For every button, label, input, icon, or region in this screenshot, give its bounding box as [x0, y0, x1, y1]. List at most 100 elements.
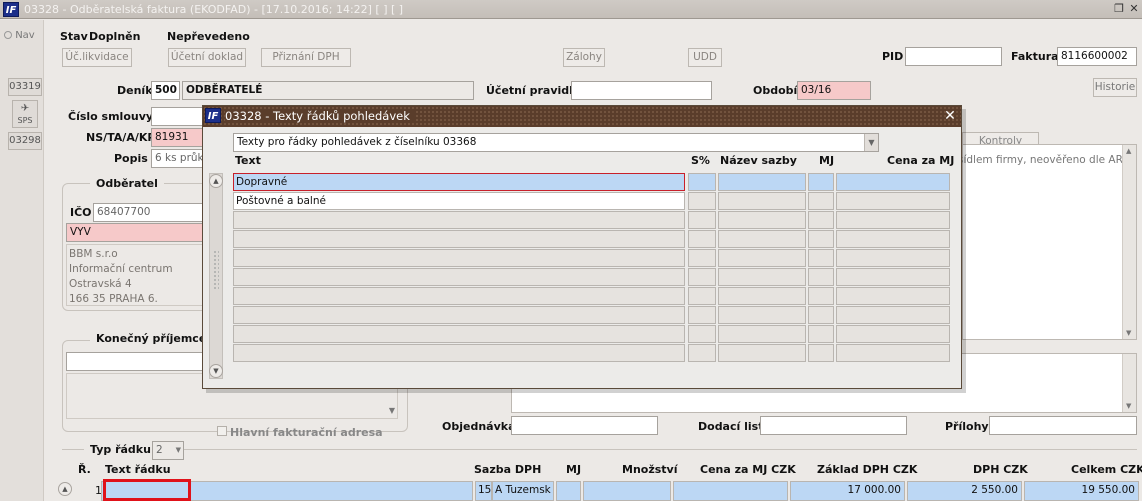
side-button-03319[interactable]: 03319 — [8, 78, 42, 96]
pid-field[interactable] — [905, 47, 1002, 66]
dialog-cell[interactable] — [688, 173, 716, 191]
line-sazba-code[interactable]: 15 — [475, 481, 492, 501]
dialog-cell[interactable] — [718, 211, 806, 229]
note-scrollbar[interactable]: ▲ ▼ — [1122, 145, 1136, 339]
line-celkem[interactable]: 19 550.00 — [1024, 481, 1139, 501]
faktura-field[interactable]: 8116600002 — [1057, 47, 1137, 66]
obdobi-field[interactable]: 03/16 — [797, 81, 871, 100]
zalohy-button[interactable]: Zálohy — [563, 48, 605, 67]
dodaci-list-field[interactable] — [760, 416, 907, 435]
dialog-cell[interactable] — [836, 230, 950, 248]
dialog-cell[interactable] — [836, 173, 950, 191]
dialog-cell[interactable] — [836, 249, 950, 267]
dialog-cell[interactable] — [718, 192, 806, 210]
dialog-cell[interactable] — [836, 192, 950, 210]
scroll-grip[interactable] — [213, 250, 219, 290]
dialog-cell[interactable] — [808, 230, 834, 248]
prilohy-field[interactable] — [989, 416, 1137, 435]
objednavka-field[interactable] — [511, 416, 658, 435]
dialog-cell[interactable] — [688, 306, 716, 324]
scroll-down-icon[interactable]: ▼ — [209, 364, 223, 378]
line-mj[interactable] — [556, 481, 581, 501]
dialog-cell[interactable] — [688, 344, 716, 362]
dialog-cell[interactable] — [688, 230, 716, 248]
texty-combo[interactable]: Texty pro řádky pohledávek z číselníku 0… — [233, 133, 879, 152]
udd-button[interactable]: UDD — [688, 48, 722, 67]
ns-field[interactable]: 81931 — [151, 128, 203, 147]
dialog-cell[interactable] — [718, 344, 806, 362]
line-dph[interactable]: 2 550.00 — [907, 481, 1022, 501]
restore-icon[interactable]: ❐ — [1112, 2, 1126, 16]
dialog-cell[interactable] — [688, 249, 716, 267]
dialog-cell[interactable] — [836, 344, 950, 362]
sps-button[interactable]: ✈ SPS — [12, 100, 38, 128]
line-sazba-name[interactable]: A Tuzemsk — [492, 481, 554, 501]
typ-radku-field[interactable]: 2 ▼ — [152, 441, 184, 460]
dialog-cell[interactable] — [688, 287, 716, 305]
dialog-cell[interactable] — [718, 306, 806, 324]
ucetni-doklad-button[interactable]: Účetní doklad — [168, 48, 246, 67]
right-lower-scrollbar[interactable]: ▼ — [1122, 354, 1136, 412]
dialog-close-icon[interactable]: ✕ — [943, 108, 957, 124]
dialog-cell[interactable] — [718, 287, 806, 305]
cislo-smlouvy-field[interactable] — [151, 107, 203, 126]
dialog-cell[interactable] — [808, 287, 834, 305]
dialog-cell-text[interactable] — [233, 211, 685, 229]
odberatel-code-field[interactable]: VYV — [66, 223, 206, 242]
chevron-down-icon[interactable]: ▼ — [864, 134, 878, 151]
popis-field[interactable]: 6 ks průka — [151, 149, 203, 168]
line-mnozstvi[interactable] — [583, 481, 671, 501]
line-cena[interactable] — [673, 481, 788, 501]
scroll-down-icon[interactable]: ▼ — [1126, 329, 1131, 337]
hlavni-adresa-checkbox[interactable] — [217, 426, 227, 436]
dialog-cell-text[interactable] — [233, 325, 685, 343]
dialog-cell-text[interactable] — [233, 249, 685, 267]
ico-field[interactable]: 68407700 — [93, 203, 203, 222]
note-area[interactable]: sídlem firmy, neověřeno dle ARES ▲ ▼ — [958, 144, 1137, 340]
dialog-cell[interactable] — [688, 192, 716, 210]
dialog-cell[interactable] — [718, 249, 806, 267]
dialog-cell[interactable] — [718, 268, 806, 286]
dialog-cell-text[interactable] — [233, 287, 685, 305]
dialog-cell[interactable] — [808, 249, 834, 267]
scroll-up-icon[interactable]: ▲ — [209, 174, 223, 188]
dialog-cell[interactable] — [836, 211, 950, 229]
dialog-cell[interactable] — [836, 268, 950, 286]
scroll-down-icon[interactable]: ▼ — [1126, 402, 1131, 410]
dialog-cell[interactable] — [688, 211, 716, 229]
scroll-up-icon[interactable]: ▲ — [1126, 147, 1131, 155]
dialog-cell-text[interactable] — [233, 344, 685, 362]
dialog-cell-text[interactable] — [233, 268, 685, 286]
dialog-cell-text[interactable]: Poštovné a balné — [233, 192, 685, 210]
dialog-cell-text[interactable] — [233, 306, 685, 324]
ucetni-pravidlo-field[interactable] — [571, 81, 712, 100]
dialog-cell[interactable] — [808, 325, 834, 343]
dialog-cell[interactable] — [808, 344, 834, 362]
scroll-up-icon[interactable]: ▲ — [58, 482, 72, 496]
dialog-cell[interactable] — [718, 230, 806, 248]
dialog-cell[interactable] — [688, 325, 716, 343]
side-button-03298[interactable]: 03298 — [8, 132, 42, 150]
dialog-cell[interactable] — [836, 325, 950, 343]
dialog-cell[interactable] — [808, 211, 834, 229]
dialog-cell[interactable] — [836, 306, 950, 324]
dialog-scrollbar[interactable]: ▲ ▼ — [209, 173, 223, 379]
close-icon[interactable]: ✕ — [1127, 2, 1141, 16]
dialog-cell[interactable] — [808, 268, 834, 286]
priznani-dph-button[interactable]: Přiznání DPH — [261, 48, 351, 67]
dialog-cell[interactable] — [808, 173, 834, 191]
line-zaklad[interactable]: 17 000.00 — [790, 481, 905, 501]
historie-button[interactable]: Historie — [1093, 78, 1137, 97]
dialog-cell-text[interactable] — [233, 230, 685, 248]
prijemce-code-field[interactable] — [66, 352, 206, 371]
dialog-cell[interactable] — [808, 306, 834, 324]
nav-toggle[interactable]: Nav — [4, 30, 40, 44]
dropdown-arrow-icon[interactable]: ▼ — [389, 406, 395, 415]
dialog-cell[interactable] — [808, 192, 834, 210]
ucetni-likvidace-button[interactable]: Úč.likvidace — [62, 48, 132, 67]
denik-code-field[interactable]: 500 — [151, 81, 180, 100]
dialog-cell[interactable] — [718, 173, 806, 191]
dialog-cell[interactable] — [718, 325, 806, 343]
dialog-cell-text[interactable]: Dopravné — [233, 173, 685, 191]
dialog-cell[interactable] — [836, 287, 950, 305]
